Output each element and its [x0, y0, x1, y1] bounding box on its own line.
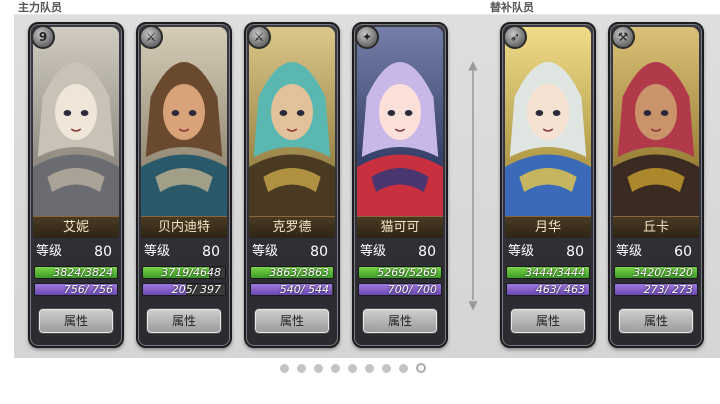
mp-text: 540/ 544: [279, 283, 329, 296]
divider-line: [472, 70, 474, 300]
class-badge-text: ✦: [361, 30, 373, 44]
mp-text: 205/ 397: [171, 283, 221, 296]
hp-bar: 3824/3824: [34, 266, 118, 279]
page-dot[interactable]: [280, 363, 289, 373]
character-portrait[interactable]: [33, 27, 119, 217]
hp-text: 3824/3824: [53, 266, 113, 279]
level-row: 等级 80: [360, 242, 440, 262]
page-dot[interactable]: [365, 363, 374, 373]
level-label: 等级: [252, 244, 279, 259]
up-arrow-icon: ▲: [468, 58, 478, 72]
page-dot[interactable]: [297, 363, 306, 373]
attributes-button[interactable]: 属性: [146, 308, 222, 334]
character-name: 月华: [505, 216, 591, 238]
level-row: 等级 80: [36, 242, 116, 262]
level-label: 等级: [360, 244, 387, 259]
level-label: 等级: [144, 244, 171, 259]
class-badge-text: 9: [38, 30, 48, 44]
attributes-button[interactable]: 属性: [254, 308, 330, 334]
page-dot[interactable]: [399, 363, 408, 373]
hp-bar: 3719/4648: [142, 266, 226, 279]
character-card[interactable]: ⚔ 贝内迪特 等级 80 3719/4648 205/ 397 属性: [136, 22, 232, 348]
character-card[interactable]: ⚒ 丘卡 等级 60 3420/3420 273/ 273 属性: [608, 22, 704, 348]
hp-text: 3444/3444: [525, 266, 585, 279]
attributes-button[interactable]: 属性: [38, 308, 114, 334]
swap-divider: ▲ ▼: [466, 58, 480, 312]
level-value: 80: [418, 244, 436, 260]
level-value: 80: [566, 244, 584, 260]
mp-bar: 273/ 273: [614, 283, 698, 296]
page-dot[interactable]: [331, 363, 340, 373]
hp-bar: 3444/3444: [506, 266, 590, 279]
attributes-button[interactable]: 属性: [510, 308, 586, 334]
hp-bar: 5269/5269: [358, 266, 442, 279]
level-row: 等级 80: [252, 242, 332, 262]
mp-text: 463/ 463: [535, 283, 585, 296]
page-dot[interactable]: [416, 363, 426, 373]
page-indicator: [280, 362, 426, 374]
main-team-label: 主力队员: [18, 1, 62, 14]
down-arrow-icon: ▼: [468, 298, 478, 312]
level-value: 80: [310, 244, 328, 260]
mp-text: 273/ 273: [643, 283, 693, 296]
hp-text: 3420/3420: [633, 266, 693, 279]
level-row: 等级 80: [508, 242, 588, 262]
class-badge-text: ⚔: [253, 30, 265, 44]
level-value: 80: [202, 244, 220, 260]
substitute-team-label: 替补队员: [490, 1, 534, 14]
character-card[interactable]: ⚔ 克罗德 等级 80 3863/3863 540/ 544 属性: [244, 22, 340, 348]
character-portrait[interactable]: [141, 27, 227, 217]
class-badge-text: ➶: [509, 30, 521, 44]
character-name: 猫可可: [357, 216, 443, 238]
level-label: 等级: [508, 244, 535, 259]
attributes-button[interactable]: 属性: [362, 308, 438, 334]
page-dot[interactable]: [314, 363, 323, 373]
mp-bar: 205/ 397: [142, 283, 226, 296]
character-portrait[interactable]: [357, 27, 443, 217]
hp-text: 5269/5269: [377, 266, 437, 279]
level-value: 80: [94, 244, 112, 260]
mp-bar: 463/ 463: [506, 283, 590, 296]
level-row: 等级 60: [616, 242, 696, 262]
level-row: 等级 80: [144, 242, 224, 262]
character-name: 贝内迪特: [141, 216, 227, 238]
character-portrait[interactable]: [249, 27, 335, 217]
sword-class-icon: ⚔: [247, 25, 271, 49]
hammer-class-icon: ⚒: [611, 25, 635, 49]
level-label: 等级: [616, 244, 643, 259]
mp-text: 756/ 756: [63, 283, 113, 296]
bow-class-icon: ➶: [503, 25, 527, 49]
hp-text: 3863/3863: [269, 266, 329, 279]
page-dot[interactable]: [348, 363, 357, 373]
axe-class-icon: ✦: [355, 25, 379, 49]
class-badge-text: ⚒: [617, 30, 629, 44]
hp-bar: 3420/3420: [614, 266, 698, 279]
mp-bar: 700/ 700: [358, 283, 442, 296]
character-card[interactable]: ➶ 月华 等级 80 3444/3444 463/ 463 属性: [500, 22, 596, 348]
hp-text: 3719/4648: [161, 266, 221, 279]
character-name: 艾妮: [33, 216, 119, 238]
character-card[interactable]: 9 艾妮 等级 80 3824/3824 756/ 756 属性: [28, 22, 124, 348]
hp-bar: 3863/3863: [250, 266, 334, 279]
mp-bar: 540/ 544: [250, 283, 334, 296]
sword-class-icon: ⚔: [139, 25, 163, 49]
mp-bar: 756/ 756: [34, 283, 118, 296]
character-portrait[interactable]: [505, 27, 591, 217]
character-name: 克罗德: [249, 216, 335, 238]
page-dot[interactable]: [382, 363, 391, 373]
mp-text: 700/ 700: [387, 283, 437, 296]
level-label: 等级: [36, 244, 63, 259]
character-portrait[interactable]: [613, 27, 699, 217]
class-badge-text: ⚔: [145, 30, 157, 44]
level-value: 60: [674, 244, 692, 260]
number-badge-icon: 9: [31, 25, 55, 49]
character-card[interactable]: ✦ 猫可可 等级 80 5269/5269 700/ 700 属性: [352, 22, 448, 348]
character-name: 丘卡: [613, 216, 699, 238]
attributes-button[interactable]: 属性: [618, 308, 694, 334]
